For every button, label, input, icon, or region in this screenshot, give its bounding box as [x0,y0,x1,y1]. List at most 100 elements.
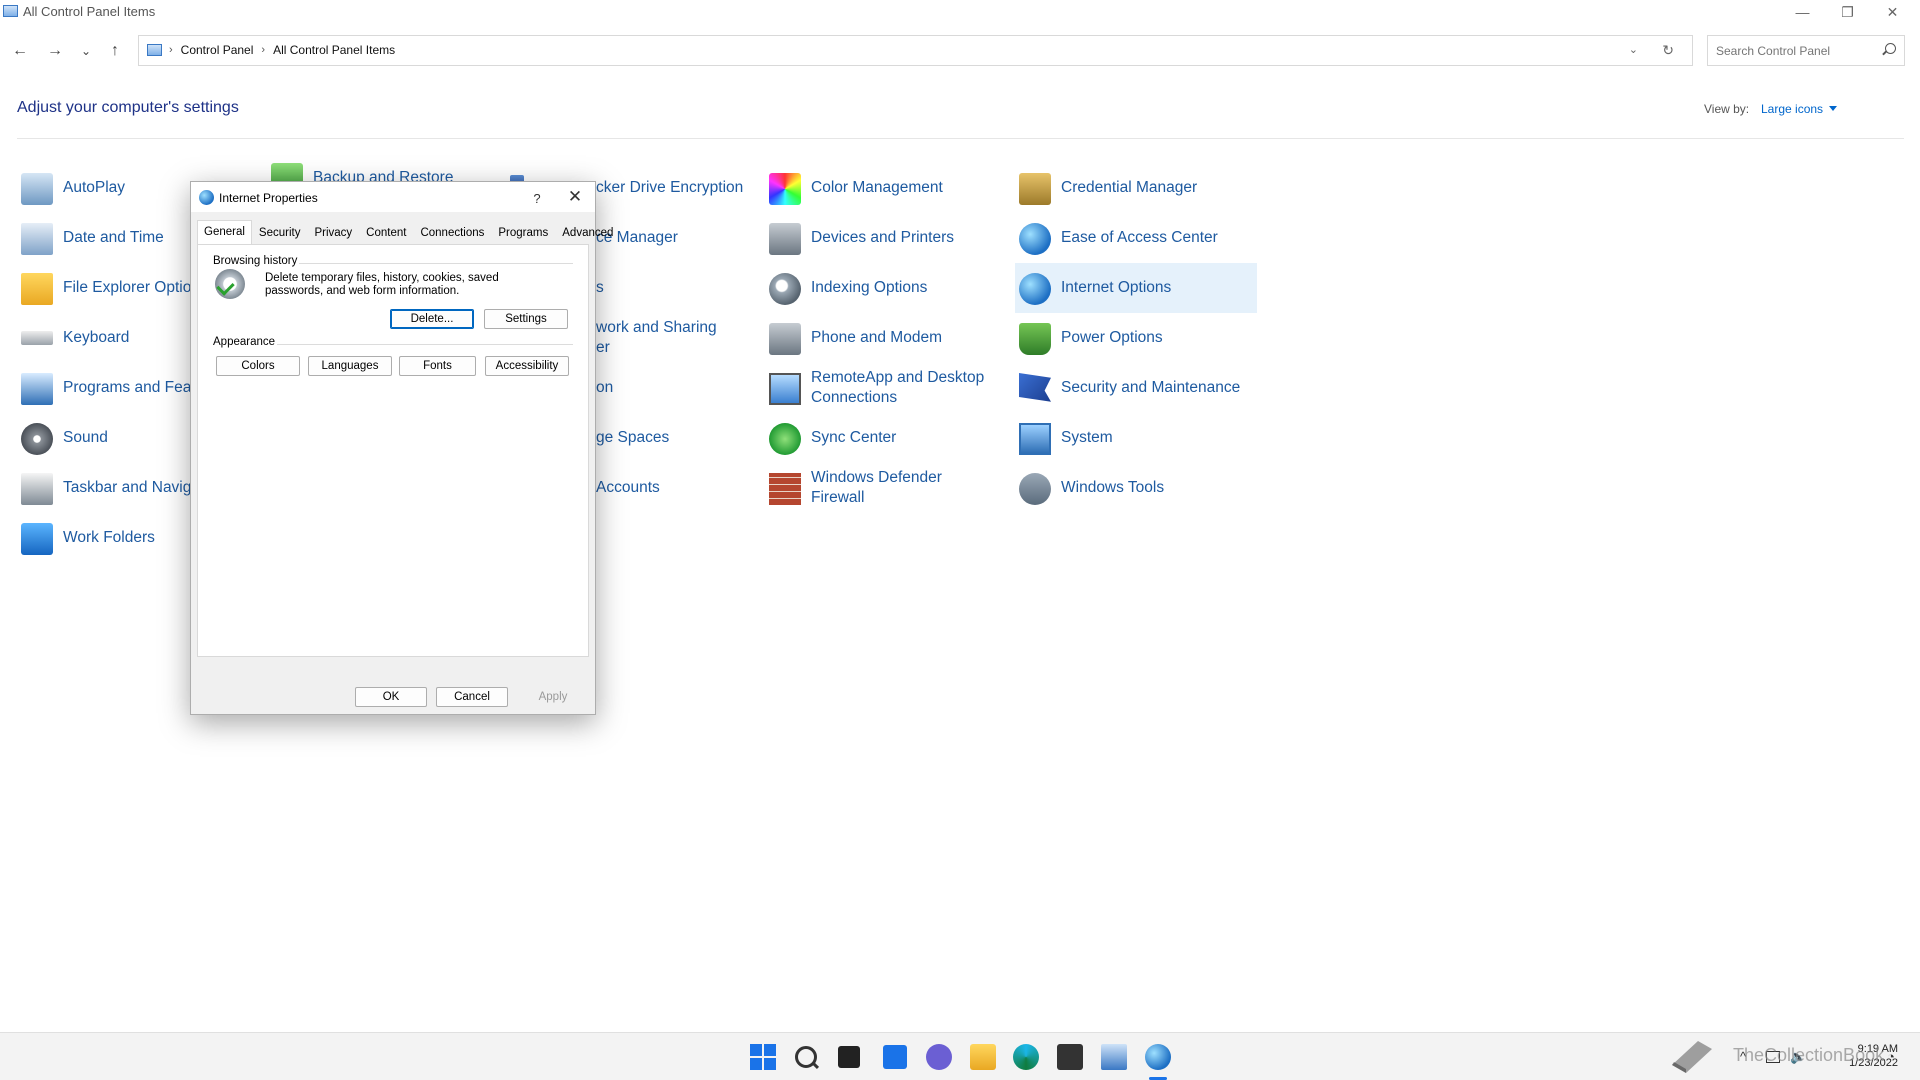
search-box[interactable] [1707,35,1905,66]
credential-icon [1019,173,1051,205]
chevron-down-icon[interactable] [1829,106,1837,111]
item-file-explorer-options[interactable]: File Explorer Optio [17,263,191,313]
file-explorer-icon[interactable] [970,1044,996,1070]
item-label: Work Folders [63,529,155,546]
printer-icon [769,223,801,255]
item-label: System [1061,429,1113,446]
autoplay-icon [21,173,53,205]
item-power-options[interactable]: Power Options [1015,313,1257,363]
address-dropdown-button[interactable]: ⌄ [1629,43,1638,56]
start-button[interactable] [750,1044,776,1070]
item-remoteapp[interactable]: RemoteApp and Desktop Connections [765,363,1005,413]
tab-security[interactable]: Security [252,222,308,246]
power-icon [1019,323,1051,355]
close-button[interactable]: ✕ [1870,0,1915,24]
tab-programs[interactable]: Programs [491,222,555,246]
control-panel-taskbar-icon[interactable] [1101,1044,1127,1070]
item-programs-and-features[interactable]: Programs and Feat [17,363,196,413]
restore-button[interactable]: ❐ [1825,0,1870,24]
system-icon [1019,423,1051,455]
colors-button[interactable]: Colors [216,356,300,376]
item-label: Ease of Access Center [1061,229,1218,246]
breadcrumb-all-items[interactable]: All Control Panel Items [273,43,395,57]
tab-content[interactable]: Content [359,222,413,246]
apply-button[interactable]: Apply [517,687,589,707]
delete-button[interactable]: Delete... [390,309,474,329]
item-label: Indexing Options [811,279,928,296]
tools-icon [1019,473,1051,505]
view-by-label: View by: [1704,102,1750,116]
firewall-icon [769,473,801,505]
taskbar: ^ 🔈 9:19 AM 1/23/2022 ◔ [0,1032,1920,1080]
book-watermark-icon [1672,1041,1712,1073]
item-color-management[interactable]: Color Management [765,163,1005,213]
dialog-close-button[interactable]: ✕ [559,186,591,208]
address-bar[interactable]: › Control Panel › All Control Panel Item… [138,35,1693,66]
item-ease-of-access-center[interactable]: Ease of Access Center [1015,213,1257,263]
cancel-button[interactable]: Cancel [436,687,508,707]
work-folders-icon [21,523,53,555]
store-icon[interactable] [1057,1044,1083,1070]
languages-button[interactable]: Languages [308,356,392,376]
accessibility-button[interactable]: Accessibility [485,356,569,376]
backup-icon [271,163,303,181]
search-icon[interactable] [1885,43,1896,54]
tab-privacy[interactable]: Privacy [307,222,359,246]
tab-advanced[interactable]: Advanced [555,222,620,246]
speaker-icon [21,423,53,455]
browsing-history-description: Delete temporary files, history, cookies… [265,272,499,297]
page-title: Adjust your computer's settings [17,99,239,116]
item-backup-and-restore[interactable]: Backup and Restore [267,155,457,181]
notification-icon[interactable]: ◔ [1887,1049,1895,1064]
item-windows-defender-firewall[interactable]: Windows Defender Firewall [765,463,1005,513]
ok-button[interactable]: OK [355,687,427,707]
minimize-button[interactable]: — [1780,0,1825,24]
item-system[interactable]: System [1015,413,1257,463]
phone-icon [769,323,801,355]
item-sound[interactable]: Sound [17,413,187,463]
item-label: Sound [63,429,108,446]
item-devices-and-printers[interactable]: Devices and Printers [765,213,1005,263]
item-indexing-options[interactable]: Indexing Options [765,263,1005,313]
fonts-button[interactable]: Fonts [399,356,476,376]
item-internet-options[interactable]: Internet Options [1015,263,1257,313]
watermark-text: TheCollectionBook [1733,1045,1885,1065]
item-label: AutoPlay [63,179,126,196]
dialog-title: Internet Properties [219,191,318,205]
tab-connections[interactable]: Connections [413,222,491,246]
chat-icon[interactable] [926,1044,952,1070]
item-work-folders[interactable]: Work Folders [17,513,187,563]
up-button[interactable]: ↑ [103,40,127,62]
item-security-and-maintenance[interactable]: Security and Maintenance [1015,363,1257,413]
view-by-dropdown[interactable]: Large icons [1761,102,1823,116]
item-credential-manager[interactable]: Credential Manager [1015,163,1257,213]
settings-button[interactable]: Settings [484,309,568,329]
tab-general[interactable]: General [197,220,252,246]
refresh-button[interactable]: ↻ [1662,42,1674,59]
item-keyboard[interactable]: Keyboard [17,313,187,363]
forward-button[interactable]: → [43,40,67,62]
internet-options-icon [1019,273,1051,305]
folder-icon [21,273,53,305]
task-view-icon[interactable] [838,1046,860,1068]
widgets-icon[interactable] [883,1045,907,1069]
item-phone-and-modem[interactable]: Phone and Modem [765,313,1005,363]
item-sync-center[interactable]: Sync Center [765,413,1005,463]
sync-icon [769,423,801,455]
search-icon[interactable] [795,1046,817,1068]
flag-icon [1019,373,1051,402]
divider [17,138,1904,139]
breadcrumb-control-panel[interactable]: Control Panel [181,43,254,57]
item-label: ge Spaces [596,429,670,446]
item-windows-tools[interactable]: Windows Tools [1015,463,1257,513]
internet-options-taskbar-icon[interactable] [1145,1044,1171,1070]
search-input[interactable] [1714,41,1878,61]
item-taskbar-and-navigation[interactable]: Taskbar and Navig [17,463,191,513]
item-label: s [596,279,604,296]
edge-icon[interactable] [1013,1044,1039,1070]
item-label: Color Management [811,179,943,196]
programs-icon [21,373,53,405]
back-button[interactable]: ← [8,40,32,62]
help-button[interactable]: ? [525,188,549,208]
recent-locations-button[interactable]: ⌄ [74,40,98,62]
